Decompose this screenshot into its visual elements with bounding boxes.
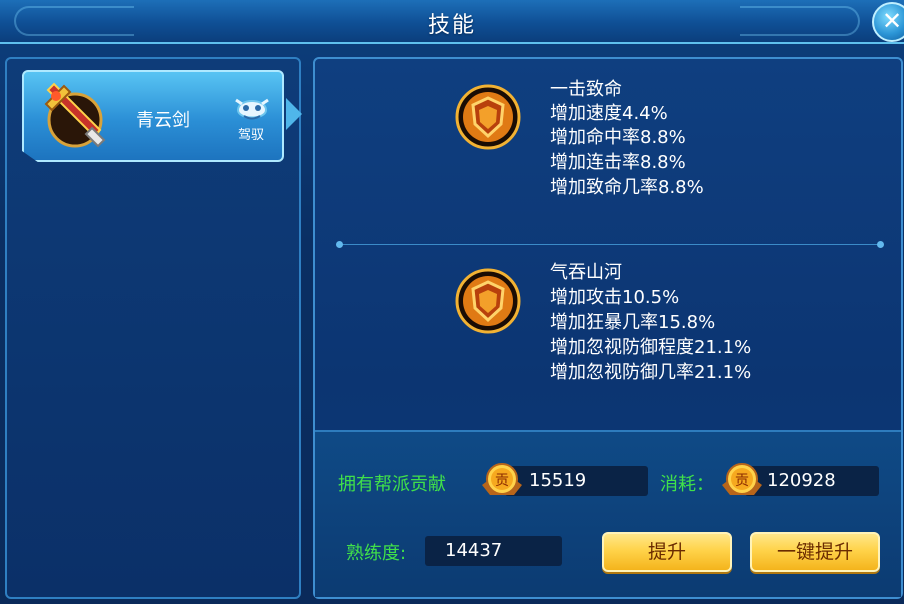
- upgrade-all-button[interactable]: 一键提升: [750, 532, 880, 572]
- cost-value: 120928: [745, 466, 879, 496]
- cost-label: 消耗：: [660, 474, 714, 495]
- proficiency-value: 14437: [425, 536, 562, 566]
- item-name: 青云剑: [136, 110, 190, 131]
- skill-divider: [336, 241, 884, 248]
- coin-glyph: 贡: [735, 473, 749, 489]
- skill-2-effect: 增加忽视防御程度21.1%: [550, 337, 752, 358]
- shield-emblem-icon: [455, 268, 521, 334]
- contribution-label: 拥有帮派贡献: [338, 474, 446, 495]
- coin-icon: 贡: [722, 463, 762, 495]
- skill-window: 技能 ✕ 青云剑 驾驭 一击致命 增加速度4.4% 增加命中率8.8% 增加连击…: [0, 0, 904, 604]
- proficiency-label: 熟练度:: [346, 543, 407, 564]
- upgrade-button[interactable]: 提升: [602, 532, 732, 572]
- skill-2-effect: 增加狂暴几率15.8%: [550, 312, 716, 333]
- sword-icon: [44, 82, 106, 148]
- beast-head-icon: [235, 98, 269, 120]
- title-bar: 技能: [0, 0, 904, 44]
- coin-icon: 贡: [482, 463, 522, 495]
- skill-2-effect: 增加攻击10.5%: [550, 287, 680, 308]
- skill-1-effect: 增加连击率8.8%: [550, 152, 686, 173]
- coin-glyph: 贡: [495, 473, 509, 489]
- window-title: 技能: [427, 13, 476, 38]
- skill-1-effect: 增加速度4.4%: [550, 103, 668, 124]
- close-icon[interactable]: ✕: [872, 2, 904, 42]
- mount-tag: 驾驭: [238, 128, 265, 143]
- shield-emblem-icon: [455, 84, 521, 150]
- skill-2-effect: 增加忽视防御几率21.1%: [550, 362, 752, 383]
- skill-1-effect: 增加命中率8.8%: [550, 127, 686, 148]
- selected-arrow-icon: [286, 98, 302, 130]
- skill-2-name: 气吞山河: [550, 262, 622, 283]
- skill-1-effect: 增加致命几率8.8%: [550, 177, 704, 198]
- skill-1-name: 一击致命: [550, 79, 622, 100]
- contribution-value: 15519: [505, 466, 648, 496]
